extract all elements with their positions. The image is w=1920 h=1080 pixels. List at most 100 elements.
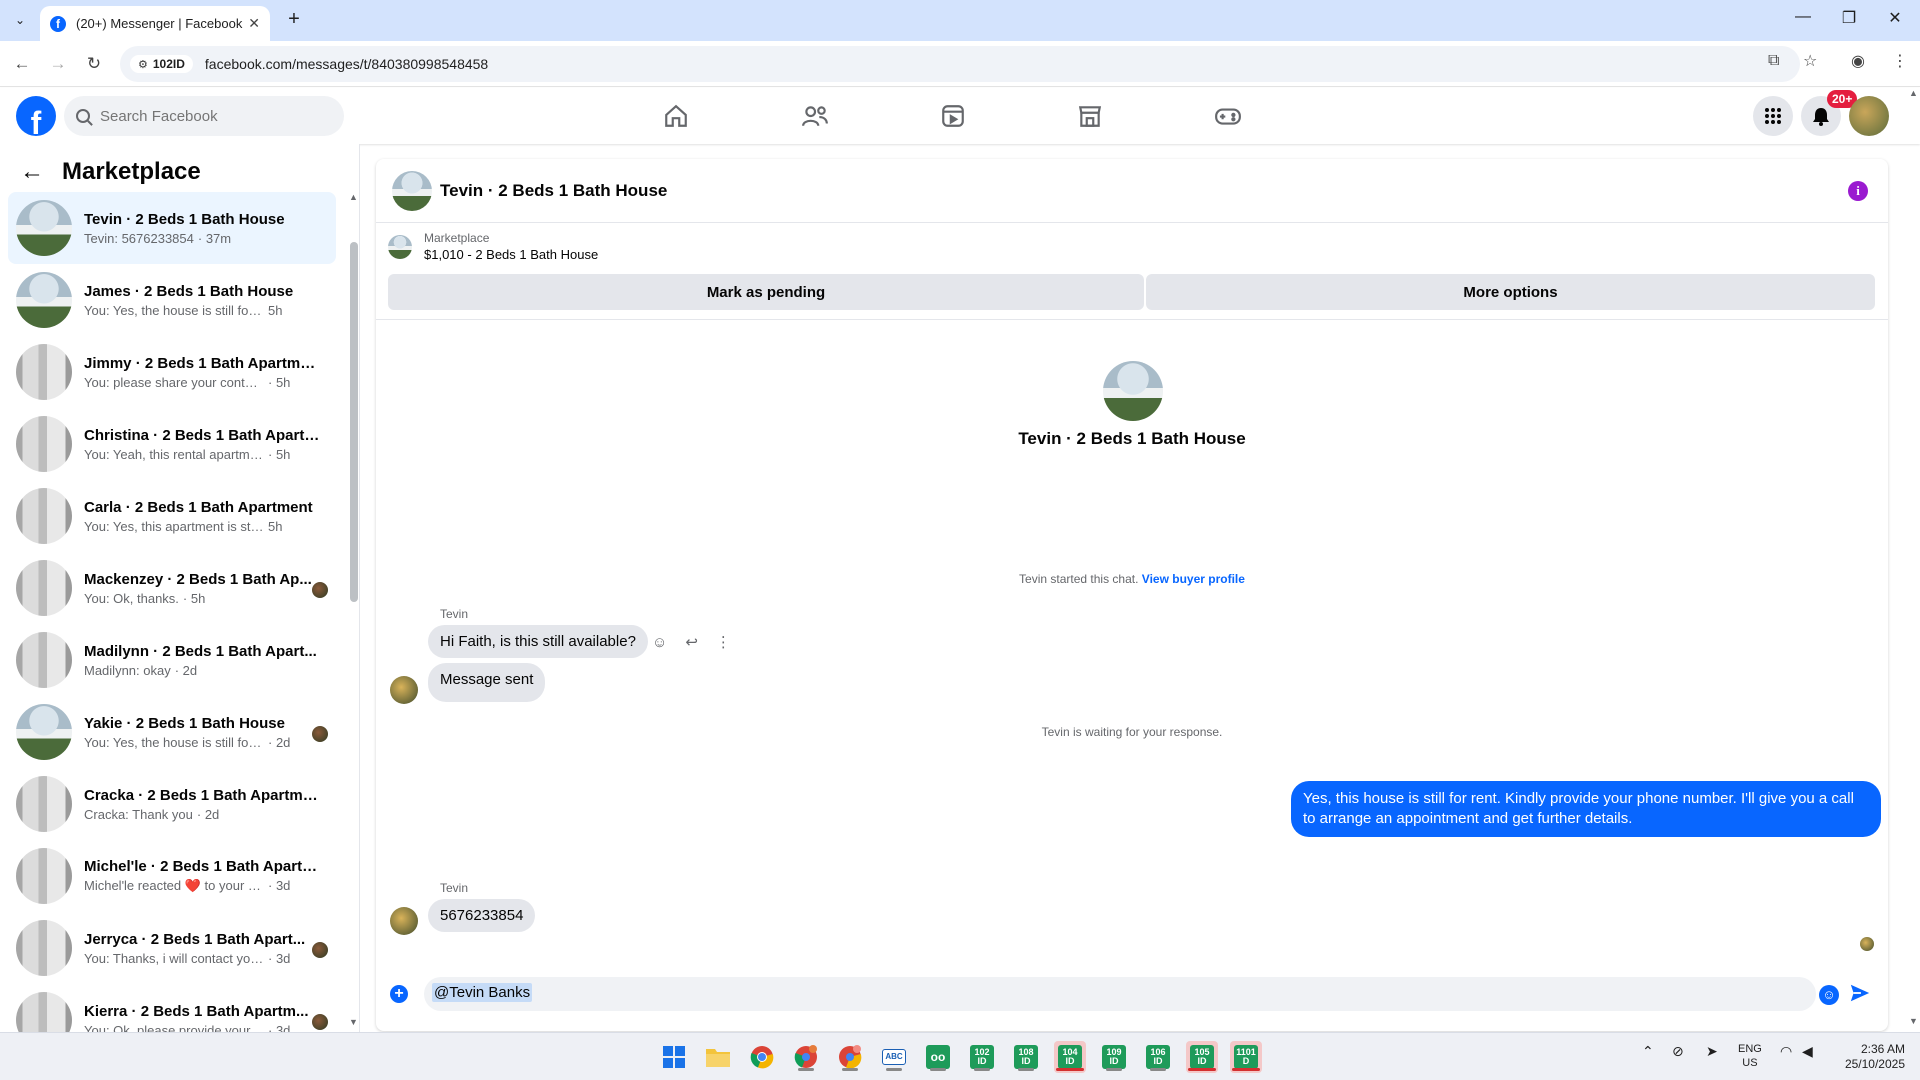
plus-icon[interactable]: +	[390, 985, 408, 1003]
page-scroll-up-icon[interactable]: ▲	[1909, 88, 1918, 98]
conversation-row[interactable]: Yakie · 2 Beds 1 Bath House You: Yes, the…	[8, 696, 336, 768]
start-icon[interactable]	[658, 1041, 690, 1073]
link-app-icon[interactable]: oo	[922, 1041, 954, 1073]
outgoing-message-bubble[interactable]: Yes, this house is still for rent. Kindl…	[1291, 781, 1881, 837]
location-arrow-icon[interactable]: ➤	[1706, 1043, 1718, 1060]
url-text[interactable]: facebook.com/messages/t/840380998548458	[205, 56, 488, 72]
conversation-text: Jimmy · 2 Beds 1 Bath Apartment You: plea…	[84, 355, 328, 390]
listing-summary[interactable]: Marketplace $1,010 - 2 Beds 1 Bath House	[388, 231, 598, 262]
more-options-button[interactable]: More options	[1146, 274, 1875, 310]
sender-avatar[interactable]	[390, 676, 418, 704]
input-language[interactable]: ENG US	[1738, 1042, 1762, 1070]
restore-icon[interactable]: ❐	[1834, 8, 1864, 32]
app-label: 108 ID	[1014, 1045, 1038, 1069]
reload-icon[interactable]: ↻	[82, 52, 106, 76]
taskbar-app-button[interactable]: 108 ID	[1010, 1041, 1042, 1073]
chrome-profile-icon[interactable]	[790, 1041, 822, 1073]
taskbar-app-button[interactable]: 1101 D	[1230, 1041, 1262, 1073]
conversation-row[interactable]: Tevin · 2 Beds 1 Bath House Tevin: 567623…	[8, 192, 336, 264]
mark-as-pending-button[interactable]: Mark as pending	[388, 274, 1144, 310]
conversation-info-icon[interactable]: i	[1848, 181, 1868, 201]
chrome-icon[interactable]	[746, 1041, 778, 1073]
conversation-row[interactable]: James · 2 Beds 1 Bath House You: Yes, the…	[8, 264, 336, 336]
abc-app-icon[interactable]: ABC	[878, 1041, 910, 1073]
minimize-icon[interactable]: —	[1788, 8, 1818, 32]
file-explorer-icon[interactable]	[702, 1041, 734, 1073]
more-actions-icon[interactable]: ⋮	[716, 633, 731, 651]
install-app-icon[interactable]: ⧉	[1768, 52, 1779, 70]
clock-time: 2:36 AM	[1860, 1042, 1905, 1056]
chat-header-name[interactable]: Tevin · 2 Beds 1 Bath House	[440, 181, 667, 201]
conversation-row[interactable]: Michel'le · 2 Beds 1 Bath Apartm... Miche…	[8, 840, 336, 912]
marketplace-conversation-sidebar: ← Marketplace Tevin · 2 Beds 1 Bath Hous…	[0, 144, 360, 1032]
language-code: ENG	[1738, 1043, 1762, 1055]
new-tab-button[interactable]: +	[282, 8, 306, 32]
wifi-icon[interactable]: ◠	[1780, 1043, 1792, 1060]
tab-close-icon[interactable]: ✕	[248, 15, 260, 32]
browser-menu-icon[interactable]: ⋮	[1892, 51, 1908, 71]
url-bar[interactable]: ⚙ 102ID facebook.com/messages/t/840380998…	[120, 46, 1800, 82]
message-input[interactable]	[424, 977, 1816, 1011]
taskbar-app-button[interactable]: 104 ID	[1054, 1041, 1086, 1073]
bookmark-star-icon[interactable]: ☆	[1803, 51, 1817, 71]
scroll-up-icon[interactable]: ▲	[349, 192, 358, 202]
page-scroll-down-icon[interactable]: ▼	[1909, 1016, 1918, 1026]
site-info-chip[interactable]: ⚙ 102ID	[130, 55, 193, 73]
conversation-row[interactable]: Mackenzey · 2 Beds 1 Bath Ap... You: Ok, …	[8, 552, 336, 624]
friends-icon[interactable]	[797, 98, 833, 134]
tab-title: (20+) Messenger | Facebook	[76, 16, 243, 31]
mention-token[interactable]: @Tevin Banks	[432, 983, 533, 1002]
profile-icon[interactable]: ◉	[1851, 51, 1865, 71]
gaming-icon[interactable]	[1210, 98, 1246, 134]
app-label: 109 ID	[1102, 1045, 1126, 1069]
volume-icon[interactable]: ◀︎	[1802, 1043, 1813, 1060]
react-emoji-icon[interactable]: ☺	[652, 634, 667, 651]
view-buyer-profile-link[interactable]: View buyer profile	[1142, 572, 1245, 586]
conversation-row[interactable]: Kierra · 2 Beds 1 Bath Apartm... You: Ok,…	[8, 984, 336, 1032]
taskbar-app-button[interactable]: 109 ID	[1098, 1041, 1130, 1073]
sidebar-scrollbar[interactable]: ▲ ▼	[349, 144, 359, 1032]
taskbar-app-button[interactable]: 105 ID	[1186, 1041, 1218, 1073]
conversation-row[interactable]: Carla · 2 Beds 1 Bath Apartment You: Yes,…	[8, 480, 336, 552]
conversation-row[interactable]: Cracka · 2 Beds 1 Bath Apartment Cracka: …	[8, 768, 336, 840]
marketplace-icon[interactable]	[1072, 98, 1108, 134]
back-arrow-icon[interactable]: ←	[20, 158, 44, 186]
browser-tab[interactable]: f (20+) Messenger | Facebook ✕	[40, 6, 270, 41]
page-scrollbar[interactable]: ▲ ▼	[1906, 88, 1920, 1032]
incoming-message-bubble[interactable]: Hi Faith, is this still available?	[428, 625, 648, 658]
back-icon[interactable]: ←	[10, 52, 34, 76]
facebook-search-box[interactable]	[64, 96, 344, 136]
sender-avatar[interactable]	[390, 907, 418, 935]
send-icon[interactable]	[1849, 982, 1871, 1004]
scroll-down-icon[interactable]: ▼	[349, 1017, 358, 1027]
conversation-name: Jimmy · 2 Beds 1 Bath Apartment	[84, 354, 320, 372]
video-icon[interactable]	[935, 98, 971, 134]
reply-icon[interactable]: ↩	[685, 633, 698, 651]
taskbar-app-button[interactable]: 106 ID	[1142, 1041, 1174, 1073]
account-avatar[interactable]	[1849, 96, 1889, 136]
tray-overflow-chevron-icon[interactable]: ⌃	[1642, 1043, 1654, 1060]
conversation-row[interactable]: Jerryca · 2 Beds 1 Bath Apart... You: Tha…	[8, 912, 336, 984]
cloud-off-icon[interactable]: ⊘	[1672, 1043, 1684, 1060]
incoming-message-bubble[interactable]: Message sent	[428, 663, 546, 702]
conversation-row[interactable]: Jimmy · 2 Beds 1 Bath Apartment You: plea…	[8, 336, 336, 408]
tab-search-chevron-icon[interactable]: ⌄	[10, 10, 30, 30]
scrollbar-thumb[interactable]	[350, 242, 358, 602]
emoji-icon[interactable]: ☺	[1819, 985, 1839, 1005]
taskbar-app-button[interactable]: 102 ID	[966, 1041, 998, 1073]
window-close-icon[interactable]: ✕	[1880, 8, 1910, 32]
system-clock[interactable]: 2:36 AM 25/10/2025	[1825, 1042, 1905, 1072]
preview-text: Michel'le reacted ❤️ to your mess...	[84, 878, 264, 893]
menu-grid-icon[interactable]	[1753, 96, 1793, 136]
facebook-search-input[interactable]	[100, 107, 300, 125]
intro-avatar[interactable]	[1103, 361, 1163, 421]
conversation-row[interactable]: Christina · 2 Beds 1 Bath Apartm... You: …	[8, 408, 336, 480]
facebook-logo-icon[interactable]: f	[16, 96, 56, 136]
conversation-row[interactable]: Madilynn · 2 Beds 1 Bath Apart... Madilyn…	[8, 624, 336, 696]
forward-icon[interactable]: →	[46, 52, 70, 76]
incoming-message-bubble[interactable]: 5676233854	[428, 899, 536, 932]
chat-header-avatar[interactable]	[392, 170, 432, 211]
listing-thumbnail	[16, 488, 72, 544]
chrome-profile-icon[interactable]	[834, 1041, 866, 1073]
home-icon[interactable]	[658, 98, 694, 134]
